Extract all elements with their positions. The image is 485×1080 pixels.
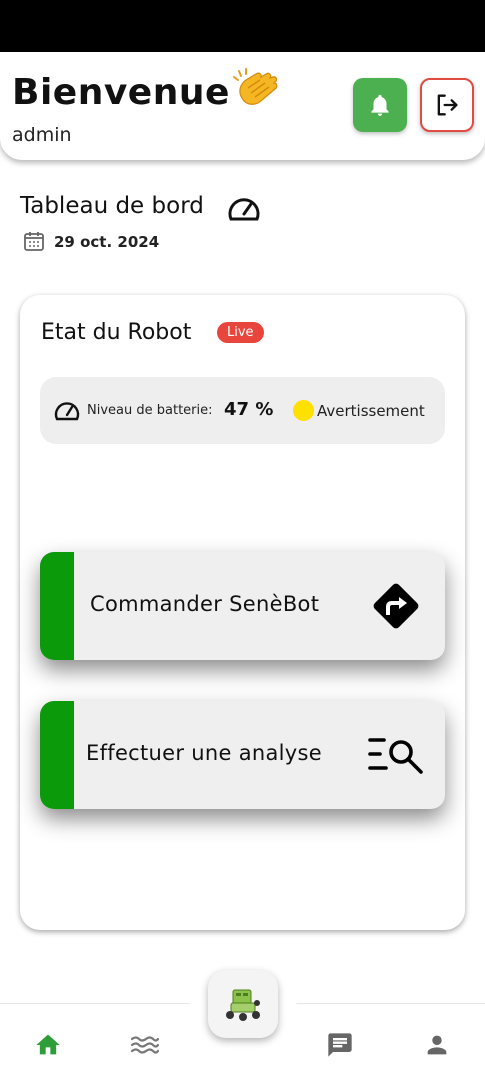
robot-fab-button[interactable]	[208, 970, 278, 1038]
clapping-hands-icon	[233, 68, 278, 105]
notifications-button[interactable]	[353, 78, 407, 132]
welcome-title: Bienvenue	[12, 72, 230, 113]
run-analysis-label: Effectuer une analyse	[86, 741, 322, 765]
robot-status-title: Etat du Robot	[41, 320, 192, 345]
control-robot-label: Commander SenèBot	[90, 592, 320, 616]
calendar-icon	[24, 232, 44, 251]
directions-icon	[373, 583, 419, 629]
robot-icon	[226, 989, 260, 1021]
battery-label: Niveau de batterie:	[87, 403, 213, 418]
warning-status-dot	[293, 400, 314, 421]
waves-icon	[130, 1036, 160, 1054]
logout-button[interactable]	[420, 78, 474, 132]
warning-status-text: Avertissement	[317, 402, 425, 420]
status-bar	[0, 0, 485, 52]
action-accent-bar	[40, 701, 74, 809]
search-list-icon	[368, 738, 423, 774]
dashboard-title: Tableau de bord	[20, 193, 204, 219]
nav-profile[interactable]	[421, 1029, 453, 1061]
run-analysis-button[interactable]: Effectuer une analyse	[40, 701, 445, 809]
username: admin	[12, 124, 72, 146]
bell-icon	[371, 94, 389, 116]
logout-icon	[437, 94, 458, 116]
profile-icon	[427, 1035, 447, 1055]
battery-status-row: Niveau de batterie: 47 % Avertissement	[40, 377, 445, 444]
battery-value: 47 %	[224, 399, 274, 420]
nav-waves[interactable]	[129, 1029, 161, 1061]
chat-icon	[328, 1033, 352, 1057]
nav-chat[interactable]	[324, 1029, 356, 1061]
live-badge: Live	[217, 322, 264, 343]
dashboard-date: 29 oct. 2024	[54, 233, 160, 251]
speedometer-icon	[228, 198, 260, 221]
home-icon	[36, 1034, 60, 1055]
control-robot-button[interactable]: Commander SenèBot	[40, 552, 445, 660]
gauge-icon	[54, 402, 80, 421]
action-accent-bar	[40, 552, 74, 660]
header: Bienvenue admin	[0, 52, 485, 160]
robot-status-card: Etat du Robot Live Niveau de batterie: 4…	[20, 295, 465, 930]
nav-home[interactable]	[32, 1029, 64, 1061]
